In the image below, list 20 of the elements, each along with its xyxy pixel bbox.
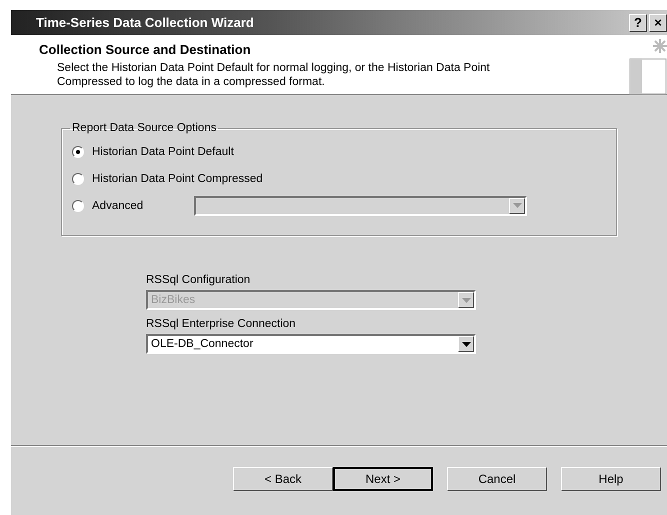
- group-label: Report Data Source Options: [71, 122, 218, 134]
- radio-button[interactable]: [72, 200, 84, 212]
- page-description: Select the Historian Data Point Default for normal logging, or the Historian Data Point Compressed to log the data in a compressed format.: [57, 61, 491, 89]
- back-button[interactable]: < Back: [233, 466, 333, 490]
- field-label: RSSql Enterprise Connection: [146, 318, 297, 330]
- radio-button[interactable]: [72, 146, 84, 158]
- page-title: Collection Source and Destination: [39, 42, 252, 57]
- radio-label[interactable]: Advanced: [92, 198, 144, 214]
- radio-button[interactable]: [72, 172, 84, 184]
- close-button[interactable]: ×: [649, 14, 667, 32]
- field-label: RSSql Configuration: [146, 274, 252, 286]
- radio-label[interactable]: Historian Data Point Default: [92, 144, 234, 160]
- radio-label[interactable]: Historian Data Point Compressed: [92, 170, 263, 186]
- window-title: Time-Series Data Collection Wizard: [36, 15, 254, 30]
- help-button[interactable]: Help: [561, 466, 661, 490]
- advanced-dropdown[interactable]: [194, 196, 527, 216]
- next-button[interactable]: Next >: [333, 466, 433, 490]
- help-button[interactable]: ?: [629, 14, 647, 32]
- dropdown-field[interactable]: OLE-DB_Connector: [146, 334, 476, 354]
- cancel-button[interactable]: Cancel: [447, 466, 547, 490]
